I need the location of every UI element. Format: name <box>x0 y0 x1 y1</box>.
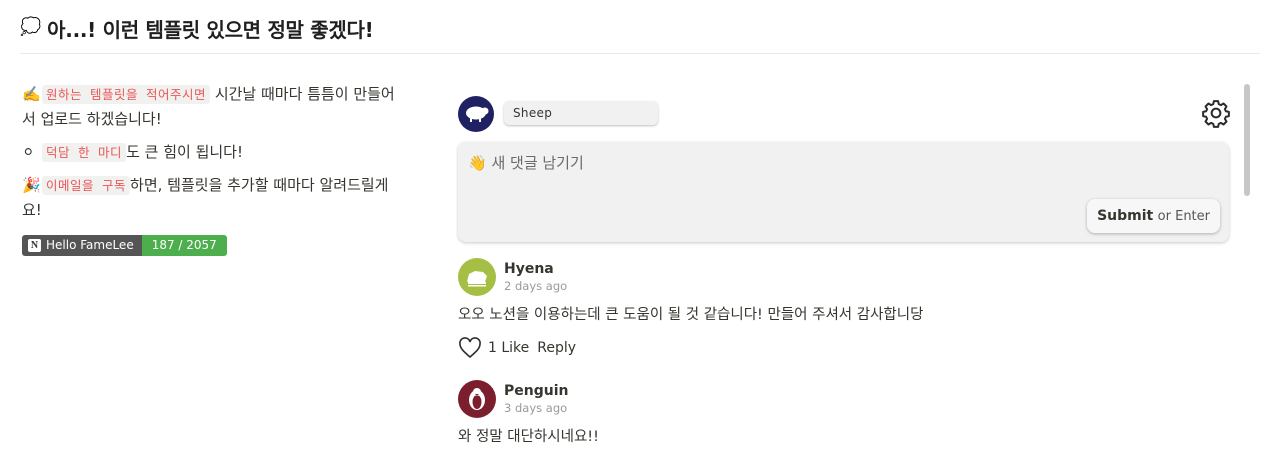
subscribe-highlight: 이메일을 구독 <box>42 176 131 195</box>
thought-balloon-icon: 💭 <box>20 17 42 37</box>
reply-button[interactable]: Reply <box>537 340 576 356</box>
kind-words-highlight: 덕담 한 마디 <box>42 143 127 162</box>
comment-author[interactable]: Hyena <box>504 261 554 277</box>
hyena-icon <box>467 271 487 287</box>
comment-text: 와 정말 대단하시네요!! <box>458 429 599 445</box>
scrollbar-thumb[interactable] <box>1244 84 1250 196</box>
submit-hint: or Enter <box>1157 209 1210 224</box>
notion-logo-icon: N <box>28 239 41 252</box>
intro-panel: ✍️ 원하는 템플릿을 적어주시면 시간날 때마다 틈틈이 만들어서 업로드 하겠… <box>22 82 402 256</box>
new-comment-input[interactable]: 👋 새 댓글 남기기 Submit or Enter <box>458 142 1229 242</box>
sheep-avatar[interactable] <box>458 96 494 132</box>
intro-line-kind-words: ⚪ 덕담 한 마디 도 큰 힘이 됩니다! <box>22 140 402 165</box>
page-header: 💭 아...! 이런 템플릿 있으면 정말 좋겠다! <box>20 14 1260 54</box>
comment-author[interactable]: Penguin <box>504 383 568 399</box>
party-popper-icon: 🎉 <box>22 176 41 194</box>
comment-text: 오오 노션을 이용하는데 큰 도움이 될 것 같습니다! 만들어 주셔서 감사합… <box>458 307 924 323</box>
gear-icon[interactable] <box>1201 98 1231 128</box>
comments-widget: Sheep 👋 새 댓글 남기기 Submit or Enter Hyena 2… <box>456 82 1256 465</box>
comment-actions: 1 Like Reply <box>458 336 576 360</box>
visitor-badge[interactable]: N Hello FameLee 187 / 2057 <box>22 235 227 256</box>
writing-hand-icon: ✍️ <box>22 85 41 103</box>
comment-time: 3 days ago <box>504 401 568 415</box>
submit-label: Submit <box>1097 208 1154 224</box>
comments-scrollbar[interactable] <box>1244 82 1252 465</box>
intro-line-request: ✍️ 원하는 템플릿을 적어주시면 시간날 때마다 틈틈이 만들어서 업로드 하겠… <box>22 82 402 132</box>
badge-count: 187 / 2057 <box>141 235 227 256</box>
penguin-icon <box>469 388 485 410</box>
intro-line-subscribe: 🎉 이메일을 구독 하면, 템플릿을 추가할 때마다 알려드릴게요! <box>22 173 402 223</box>
comment-time: 2 days ago <box>504 279 568 293</box>
hyena-avatar[interactable] <box>458 258 496 296</box>
kind-words-text: 도 큰 힘이 됩니다! <box>126 143 243 161</box>
request-highlight: 원하는 템플릿을 적어주시면 <box>42 85 211 104</box>
submit-button[interactable]: Submit or Enter <box>1087 199 1220 233</box>
badge-label-text: Hello FameLee <box>46 238 134 252</box>
user-name-field[interactable]: Sheep <box>504 101 658 125</box>
page-title: 아...! 이런 템플릿 있으면 정말 좋겠다! <box>47 18 374 42</box>
heart-icon[interactable] <box>458 337 482 359</box>
comment-placeholder: 👋 새 댓글 남기기 <box>468 154 584 172</box>
sheep-icon <box>466 106 489 122</box>
current-user-row: Sheep <box>458 94 1231 134</box>
badge-label: N Hello FameLee <box>22 235 142 256</box>
like-count[interactable]: 1 Like <box>488 340 529 356</box>
ball-icon: ⚪ <box>22 143 35 161</box>
penguin-avatar[interactable] <box>458 380 496 418</box>
